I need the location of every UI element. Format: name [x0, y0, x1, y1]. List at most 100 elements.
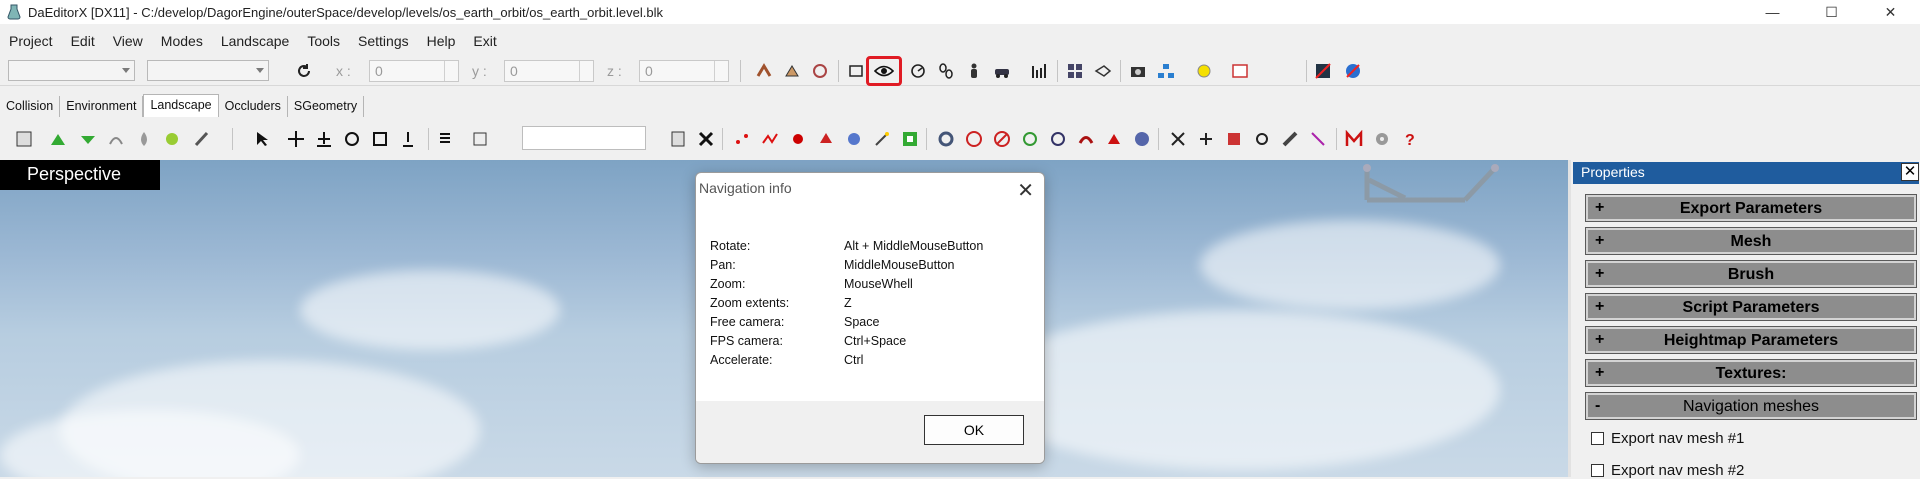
car-icon[interactable] — [992, 61, 1012, 81]
move-surface-icon[interactable] — [314, 129, 334, 149]
grid-snap-icon[interactable] — [782, 61, 802, 81]
snap-icon[interactable] — [754, 61, 774, 81]
network-icon[interactable] — [1156, 61, 1176, 81]
angle-snap-icon[interactable] — [810, 61, 830, 81]
properties-list-icon[interactable] — [470, 129, 490, 149]
section-mesh[interactable]: + Mesh — [1585, 227, 1917, 255]
rotate-icon[interactable] — [342, 129, 362, 149]
spline-reverse-icon[interactable] — [1048, 129, 1068, 149]
tab-sgeometry[interactable]: SGeometry — [288, 96, 365, 117]
landscape-toolbar: ? — [0, 122, 1920, 156]
terrain-up-icon[interactable] — [48, 129, 68, 149]
section-brush[interactable]: + Brush — [1585, 260, 1917, 288]
tab-environment[interactable]: Environment — [60, 96, 144, 117]
spline-refine-icon[interactable] — [1020, 129, 1040, 149]
tab-landscape[interactable]: Landscape — [143, 94, 219, 117]
menu-view[interactable]: View — [104, 33, 152, 49]
section-export-parameters[interactable]: + Export Parameters — [1585, 194, 1917, 222]
spline-mode-icon[interactable] — [964, 129, 984, 149]
spline-points-icon[interactable] — [732, 129, 752, 149]
selection-combo[interactable] — [8, 60, 135, 81]
drop-object-icon[interactable] — [398, 129, 418, 149]
person-icon[interactable] — [964, 61, 984, 81]
camera-box-icon[interactable] — [846, 61, 866, 81]
help-icon[interactable]: ? — [1400, 129, 1420, 149]
spline-merge-icon[interactable] — [1104, 129, 1124, 149]
m-icon[interactable] — [1344, 129, 1364, 149]
export-nav-mesh-2-checkbox[interactable] — [1591, 464, 1604, 477]
filter-combo[interactable] — [147, 60, 269, 81]
layout-icon[interactable] — [1065, 61, 1085, 81]
stats-icon[interactable] — [1030, 61, 1050, 81]
split-poly-icon[interactable] — [1196, 129, 1216, 149]
landscape-panel-icon[interactable] — [14, 129, 34, 149]
section-heightmap-parameters[interactable]: + Heightmap Parameters — [1585, 326, 1917, 354]
spline-curve-icon[interactable] — [760, 129, 780, 149]
brush-icon[interactable] — [192, 129, 212, 149]
polygon-icon[interactable] — [816, 129, 836, 149]
tab-occluders[interactable]: Occluders — [219, 96, 288, 117]
section-script-parameters[interactable]: + Script Parameters — [1585, 293, 1917, 321]
footprints-icon[interactable] — [936, 61, 956, 81]
menu-landscape[interactable]: Landscape — [212, 33, 299, 49]
properties-close-icon[interactable]: ✕ — [1901, 163, 1919, 181]
paint-icon[interactable] — [162, 129, 182, 149]
maximize-button[interactable]: ☐ — [1802, 0, 1861, 24]
point-icon[interactable] — [788, 129, 808, 149]
smooth-icon[interactable] — [106, 129, 126, 149]
magic-wand-icon[interactable] — [872, 129, 892, 149]
ok-button[interactable]: OK — [924, 415, 1024, 445]
spline-break-icon[interactable] — [992, 129, 1012, 149]
globe-icon[interactable] — [1132, 129, 1152, 149]
menu-edit[interactable]: Edit — [62, 33, 104, 49]
refresh-icon[interactable] — [294, 61, 314, 81]
menu-settings[interactable]: Settings — [349, 33, 418, 49]
menu-project[interactable]: Project — [0, 33, 62, 49]
search-input[interactable] — [522, 126, 646, 150]
y-coordinate-input[interactable]: 0 — [504, 60, 594, 82]
sun-icon[interactable] — [1194, 61, 1214, 81]
road-icon[interactable] — [1280, 129, 1300, 149]
delete-icon[interactable] — [696, 129, 716, 149]
water-drop-icon[interactable] — [134, 129, 154, 149]
loop-icon[interactable] — [1252, 129, 1272, 149]
settings-gear-icon[interactable] — [1372, 129, 1392, 149]
section-textures[interactable]: + Textures: — [1585, 359, 1917, 387]
view-mode-icon[interactable] — [1093, 61, 1113, 81]
grid-select-icon[interactable] — [900, 129, 920, 149]
export-nav-mesh-2-row[interactable]: Export nav mesh #2 — [1591, 462, 1744, 479]
terrain-down-icon[interactable] — [78, 129, 98, 149]
menu-modes[interactable]: Modes — [152, 33, 212, 49]
select-cursor-icon[interactable] — [252, 129, 272, 149]
select-by-name-icon[interactable] — [436, 129, 456, 149]
main-toolbar: x : 0 y : 0 z : 0 — [0, 56, 1920, 86]
river-icon[interactable] — [1308, 129, 1328, 149]
scale-icon[interactable] — [370, 129, 390, 149]
minimize-button[interactable]: — — [1743, 0, 1802, 24]
split-icon[interactable] — [1168, 129, 1188, 149]
menu-help[interactable]: Help — [418, 33, 465, 49]
export-nav-mesh-1-checkbox[interactable] — [1591, 432, 1604, 445]
close-window-button[interactable]: ✕ — [1861, 0, 1920, 24]
compass-icon[interactable] — [1343, 61, 1363, 81]
dialog-close-icon[interactable]: ✕ — [1017, 178, 1034, 203]
move-icon[interactable] — [286, 129, 306, 149]
material-icon[interactable] — [1224, 129, 1244, 149]
screenshot-icon[interactable] — [1128, 61, 1148, 81]
window-icon[interactable] — [1230, 61, 1250, 81]
section-navigation-meshes[interactable]: - Navigation meshes — [1585, 392, 1917, 420]
info-row: Zoom: MouseWhell — [710, 277, 1040, 296]
tab-collision[interactable]: Collision — [0, 96, 61, 117]
x-coordinate-input[interactable]: 0 — [369, 60, 459, 82]
viewport-label: Perspective — [0, 160, 160, 190]
list-icon[interactable] — [668, 129, 688, 149]
polygon-refine-icon[interactable] — [844, 129, 864, 149]
export-nav-mesh-1-row[interactable]: Export nav mesh #1 — [1591, 430, 1744, 447]
disable-render-icon[interactable] — [1313, 61, 1333, 81]
menu-tools[interactable]: Tools — [298, 33, 349, 49]
spline-chain-icon[interactable] — [1076, 129, 1096, 149]
gear-select-icon[interactable] — [936, 129, 956, 149]
menu-exit[interactable]: Exit — [464, 33, 505, 49]
gauge-icon[interactable] — [908, 61, 928, 81]
z-coordinate-input[interactable]: 0 — [639, 60, 729, 82]
